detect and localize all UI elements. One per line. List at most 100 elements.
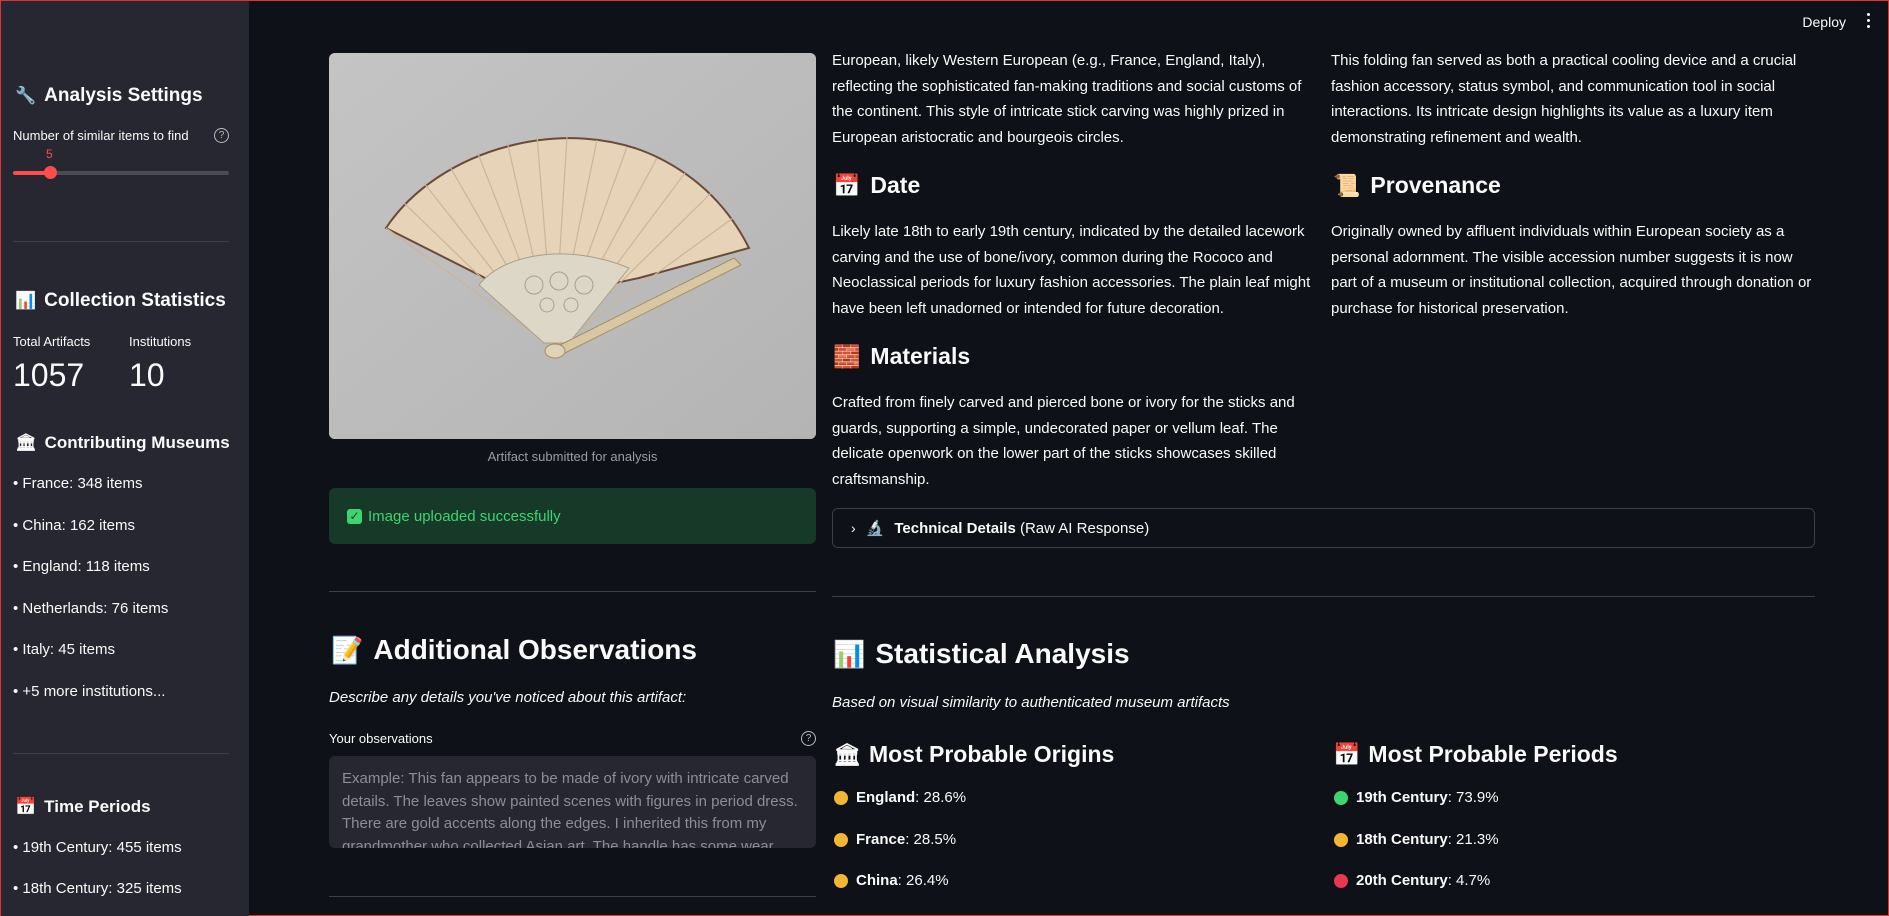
museum-item: • China: 162 items: [13, 517, 135, 534]
collection-statistics-title: Collection Statistics: [44, 290, 226, 311]
sidebar-divider: [13, 753, 229, 754]
help-icon[interactable]: ?: [801, 731, 816, 746]
provenance-heading: 📜 Provenance: [1333, 172, 1501, 199]
probability-dot: [834, 790, 848, 805]
contributing-museums-heading: 🏛 Contributing Museums: [15, 433, 230, 453]
technical-details-expander[interactable]: › 🔬 Technical Details (Raw AI Response): [832, 508, 1815, 548]
main-menu-icon[interactable]: [1867, 13, 1873, 31]
folding-fan-image: [329, 53, 816, 439]
divider: [329, 896, 816, 897]
museum-item: • +5 more institutions...: [13, 683, 166, 700]
period-item: • 18th Century: 325 items: [13, 880, 182, 897]
divider: [832, 596, 1815, 597]
slider-thumb[interactable]: [44, 166, 57, 179]
analysis-settings-title: Analysis Settings: [44, 85, 203, 106]
bar-chart-icon: 📊: [15, 291, 37, 310]
statistical-analysis-heading: 📊 Statistical Analysis: [833, 638, 1130, 670]
collection-statistics-heading: 📊 Collection Statistics: [15, 290, 226, 312]
slider-value: 5: [46, 147, 53, 161]
technical-details-sublabel: (Raw AI Response): [1015, 519, 1150, 537]
museum-item: • France: 348 items: [13, 475, 143, 492]
calendar-icon: 📅: [1333, 741, 1361, 767]
period-percent: : 73.9%: [1447, 789, 1499, 806]
observations-label-row: Your observations ?: [329, 731, 816, 746]
period-name: 20th Century: [1356, 872, 1448, 889]
bar-chart-icon: 📊: [833, 638, 866, 669]
calendar-icon: 📅: [15, 797, 37, 816]
sidebar: 🔧 Analysis Settings Number of similar it…: [1, 1, 249, 916]
period-row: 18th Century: 21.3%: [1334, 831, 1499, 848]
materials-text: Crafted from finely carved and pierced b…: [832, 394, 1295, 488]
main-content: Deploy Artifact submitted for analysis ✓…: [249, 1, 1888, 916]
help-icon[interactable]: ?: [214, 128, 229, 143]
sidebar-divider: [13, 241, 229, 242]
materials-title: Materials: [870, 343, 971, 369]
probability-dot: [1334, 873, 1348, 888]
observations-subtitle: Describe any details you've noticed abou…: [329, 689, 687, 706]
similar-items-slider[interactable]: 5: [13, 147, 229, 179]
check-icon: ✓: [347, 508, 362, 524]
periods-heading: 📅 Most Probable Periods: [1333, 741, 1618, 768]
date-title: Date: [870, 172, 921, 198]
date-heading: 📅 Date: [833, 172, 920, 199]
origin-percent: : 28.6%: [915, 789, 967, 806]
museum-item: • Netherlands: 76 items: [13, 600, 169, 617]
probability-dot: [1334, 832, 1348, 847]
metric-label: Total Artifacts: [13, 334, 91, 349]
origin-text: European, likely Western European (e.g.,…: [832, 52, 1302, 146]
metric-value: 10: [129, 357, 165, 393]
metric-label: Institutions: [129, 334, 192, 349]
periods-title: Most Probable Periods: [1368, 741, 1618, 767]
deploy-button[interactable]: Deploy: [1802, 14, 1846, 30]
probability-dot: [834, 832, 848, 847]
materials-heading: 🧱 Materials: [833, 343, 970, 370]
period-name: 19th Century: [1356, 789, 1448, 806]
origin-row: France: 28.5%: [834, 831, 956, 848]
microscope-icon: 🔬: [865, 520, 885, 537]
scroll-icon: 📜: [1333, 172, 1361, 198]
metric-total-artifacts: Total Artifacts 1057: [13, 334, 90, 394]
period-item: • 19th Century: 455 items: [13, 839, 182, 856]
period-percent: : 21.3%: [1447, 831, 1499, 848]
classical-building-icon: 🏛: [15, 433, 37, 452]
technical-details-label: Technical Details: [894, 519, 1016, 537]
provenance-title: Provenance: [1370, 172, 1501, 198]
wrench-icon: 🔧: [15, 86, 37, 105]
origins-heading: 🏛 Most Probable Origins: [833, 741, 1114, 768]
museum-item: • Italy: 45 items: [13, 641, 115, 658]
museum-item: • England: 118 items: [13, 558, 150, 575]
observations-title: Additional Observations: [373, 634, 697, 665]
origin-percent: : 26.4%: [897, 872, 949, 889]
time-periods-heading: 📅 Time Periods: [15, 797, 151, 817]
metric-value: 1057: [13, 357, 85, 393]
period-row: 19th Century: 73.9%: [1334, 789, 1499, 806]
bricks-icon: 🧱: [833, 343, 861, 369]
date-text: Likely late 18th to early 19th century, …: [832, 223, 1311, 317]
origin-name: England: [856, 789, 916, 806]
observations-heading: 📝 Additional Observations: [331, 634, 697, 666]
upload-success-alert: ✓ Image uploaded successfully: [329, 488, 816, 544]
origins-title: Most Probable Origins: [868, 741, 1115, 767]
statistical-analysis-subtitle: Based on visual similarity to authentica…: [832, 694, 1230, 711]
function-text: This folding fan served as both a practi…: [1331, 52, 1797, 146]
analysis-settings-heading: 🔧 Analysis Settings: [15, 85, 203, 107]
chevron-right-icon: ›: [851, 520, 856, 536]
memo-icon: 📝: [331, 634, 364, 665]
contributing-museums-title: Contributing Museums: [44, 433, 230, 452]
divider: [329, 591, 816, 592]
observations-textarea[interactable]: Example: This fan appears to be made of …: [329, 756, 816, 848]
origin-percent: : 28.5%: [905, 831, 957, 848]
origin-row: England: 28.6%: [834, 789, 966, 806]
success-message: Image uploaded successfully: [368, 507, 561, 525]
provenance-text: Originally owned by affluent individuals…: [1331, 223, 1812, 317]
probability-dot: [834, 873, 848, 888]
metric-institutions: Institutions 10: [129, 334, 191, 394]
time-periods-title: Time Periods: [44, 797, 151, 816]
origin-row: China: 26.4%: [834, 872, 949, 889]
classical-building-icon: 🏛: [833, 741, 861, 767]
statistical-analysis-title: Statistical Analysis: [875, 638, 1130, 669]
probability-dot: [1334, 790, 1348, 805]
period-row: 20th Century: 4.7%: [1334, 872, 1490, 889]
image-caption: Artifact submitted for analysis: [487, 449, 658, 464]
observations-label: Your observations: [329, 731, 433, 746]
